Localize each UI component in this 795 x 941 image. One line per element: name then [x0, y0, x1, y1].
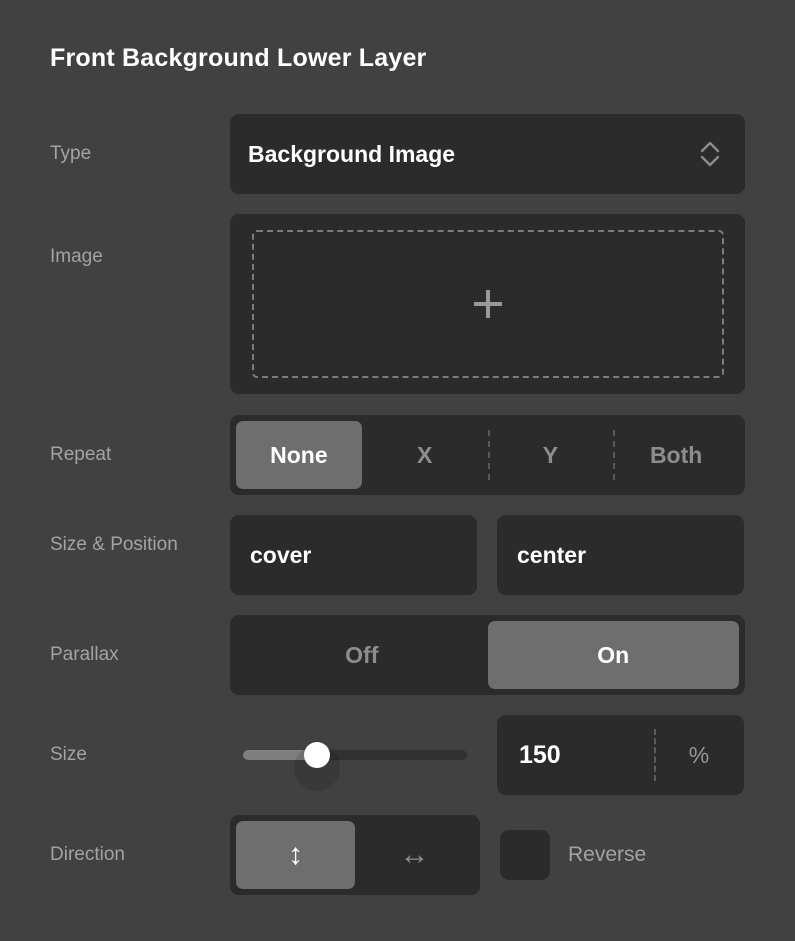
background-position-input[interactable]: center [497, 515, 744, 595]
field-divider [654, 729, 656, 781]
size-position-label: Size & Position [50, 527, 225, 562]
type-select[interactable]: Background Image [230, 114, 745, 194]
direction-label: Direction [50, 837, 225, 872]
reverse-checkbox-group[interactable]: Reverse [500, 830, 646, 880]
image-label: Image [50, 239, 225, 274]
arrow-horizontal-icon: ↔ [400, 840, 430, 870]
image-dropzone-border [252, 230, 724, 378]
page-title: Front Background Lower Layer [50, 44, 427, 73]
repeat-option-none[interactable]: None [236, 421, 362, 489]
background-layer-settings-panel: Front Background Lower Layer Type Backgr… [0, 0, 795, 941]
parallax-option-on[interactable]: On [488, 621, 740, 689]
parallax-label: Parallax [50, 637, 225, 672]
repeat-option-x[interactable]: X [362, 421, 488, 489]
reverse-checkbox[interactable] [500, 830, 550, 880]
chevron-up-down-icon[interactable] [697, 138, 723, 170]
background-size-input[interactable]: cover [230, 515, 477, 595]
arrow-vertical-icon: ↕ [288, 840, 303, 870]
direction-option-vertical[interactable]: ↕ [236, 821, 355, 889]
plus-icon[interactable] [474, 290, 502, 318]
repeat-option-both[interactable]: Both [613, 421, 739, 489]
size-label: Size [50, 737, 225, 772]
size-value-field[interactable]: 150 % [497, 715, 744, 795]
size-slider-track[interactable] [243, 750, 467, 760]
type-select-value: Background Image [248, 141, 455, 168]
size-slider-thumb[interactable] [304, 742, 330, 768]
type-label: Type [50, 136, 225, 171]
direction-segmented-control: ↕ ↔ [230, 815, 480, 895]
parallax-option-off[interactable]: Off [236, 621, 488, 689]
size-slider[interactable] [230, 715, 477, 795]
direction-option-horizontal[interactable]: ↔ [355, 821, 474, 889]
repeat-label: Repeat [50, 437, 225, 472]
repeat-segmented-control: None X Y Both [230, 415, 745, 495]
image-dropzone[interactable] [230, 214, 745, 394]
repeat-option-y[interactable]: Y [488, 421, 614, 489]
parallax-segmented-control: Off On [230, 615, 745, 695]
size-unit-label: % [654, 742, 744, 769]
reverse-label: Reverse [568, 843, 646, 867]
size-value-input[interactable]: 150 [497, 741, 654, 770]
